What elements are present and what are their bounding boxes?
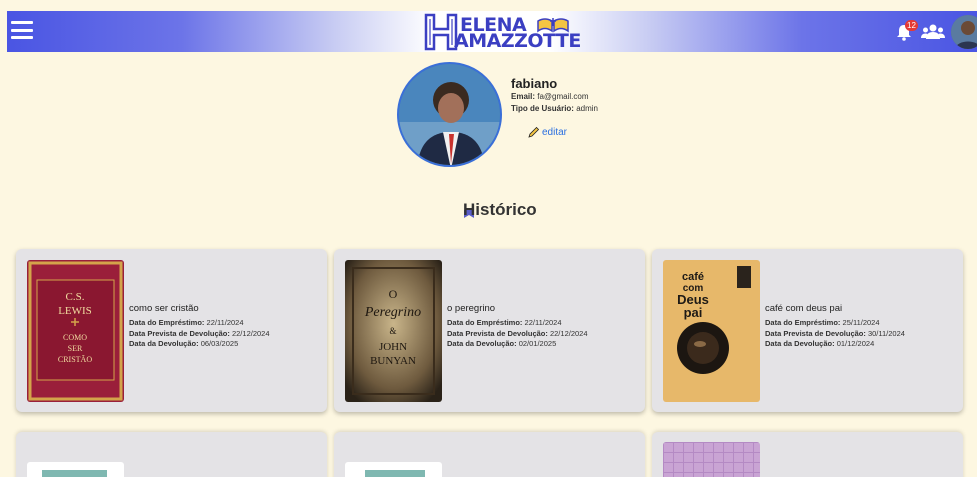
logo-h-letter bbox=[424, 13, 458, 51]
user-type-label: Tipo de Usuário: bbox=[511, 104, 574, 113]
due-date-row: Data Prevista de Devolução: 30/11/2024 bbox=[765, 328, 905, 338]
edit-profile-link[interactable]: editar bbox=[528, 126, 567, 138]
loan-date-row: Data do Empréstimo: 25/11/2024 bbox=[765, 318, 880, 327]
email-label: Email: bbox=[511, 92, 536, 101]
book-cover: O Peregrino & JOHN BUNYAN bbox=[345, 260, 442, 402]
svg-text:CRISTÃO: CRISTÃO bbox=[58, 354, 92, 364]
profile-email: Email: fa@gmail.com bbox=[511, 92, 589, 101]
svg-text:C.S.: C.S. bbox=[66, 291, 85, 303]
open-book-icon bbox=[537, 18, 569, 33]
book-cover: C.S. LEWIS COMO SER CRISTÃO bbox=[27, 260, 124, 402]
profile-photo bbox=[397, 62, 502, 167]
loan-info: o peregrino Data do Empréstimo: 22/11/20… bbox=[447, 303, 637, 350]
book-cover bbox=[663, 442, 760, 477]
due-date-row: Data Prevista de Devolução: 22/12/2024 bbox=[129, 328, 270, 338]
loan-card[interactable] bbox=[334, 432, 645, 477]
return-date-row: Data da Devolução: 02/01/2025 bbox=[447, 339, 557, 348]
loan-card[interactable]: café com Deus pai café com deus pai Data… bbox=[652, 249, 963, 412]
book-title: como ser cristão bbox=[129, 303, 199, 314]
svg-text:pai: pai bbox=[684, 305, 703, 320]
loan-card[interactable] bbox=[16, 432, 327, 477]
loan-date-row: Data do Empréstimo: 22/11/2024 bbox=[447, 318, 562, 327]
book-title: o peregrino bbox=[447, 303, 496, 314]
site-logo[interactable]: ELENA AMAZZOTTE bbox=[424, 13, 584, 52]
user-avatar[interactable] bbox=[951, 15, 977, 49]
history-title: Histórico bbox=[463, 200, 537, 219]
svg-text:JOHN: JOHN bbox=[379, 341, 407, 353]
notification-badge: 12 bbox=[905, 20, 918, 31]
email-value: fa@gmail.com bbox=[537, 92, 589, 101]
book-title: café com deus pai bbox=[765, 303, 843, 314]
svg-text:COMO: COMO bbox=[63, 333, 87, 342]
profile-name: fabiano bbox=[511, 76, 558, 91]
svg-text:café: café bbox=[682, 271, 704, 283]
return-date-row: Data da Devolução: 06/03/2025 bbox=[129, 339, 239, 348]
svg-text:BUNYAN: BUNYAN bbox=[370, 355, 416, 367]
loan-card[interactable] bbox=[652, 432, 963, 477]
svg-text:&: & bbox=[389, 326, 396, 336]
svg-text:O: O bbox=[389, 287, 398, 301]
book-cover bbox=[27, 462, 124, 477]
loan-date-row: Data do Empréstimo: 22/11/2024 bbox=[129, 318, 244, 327]
top-navbar: ELENA AMAZZOTTE 12 bbox=[7, 11, 977, 52]
pencil-icon bbox=[528, 126, 540, 138]
user-type-value: admin bbox=[576, 104, 598, 113]
book-cover: café com Deus pai bbox=[663, 260, 760, 402]
svg-text:LEWIS: LEWIS bbox=[58, 305, 92, 317]
due-date-row: Data Prevista de Devolução: 22/12/2024 bbox=[447, 328, 588, 338]
loan-card[interactable]: C.S. LEWIS COMO SER CRISTÃO como ser cri… bbox=[16, 249, 327, 412]
loan-info: café com deus pai Data do Empréstimo: 25… bbox=[765, 303, 955, 350]
profile-user-type: Tipo de Usuário: admin bbox=[511, 104, 598, 113]
loan-info: como ser cristão Data do Empréstimo: 22/… bbox=[129, 303, 319, 350]
svg-text:Peregrino: Peregrino bbox=[364, 305, 421, 320]
book-cover bbox=[345, 462, 442, 477]
logo-line-2: AMAZZOTTE bbox=[454, 30, 581, 52]
return-date-row: Data da Devolução: 01/12/2024 bbox=[765, 339, 875, 348]
edit-label: editar bbox=[542, 126, 568, 138]
hamburger-icon[interactable] bbox=[11, 21, 33, 39]
svg-text:SER: SER bbox=[68, 344, 83, 353]
loan-card[interactable]: O Peregrino & JOHN BUNYAN o peregrino Da… bbox=[334, 249, 645, 412]
users-icon[interactable] bbox=[921, 23, 945, 41]
